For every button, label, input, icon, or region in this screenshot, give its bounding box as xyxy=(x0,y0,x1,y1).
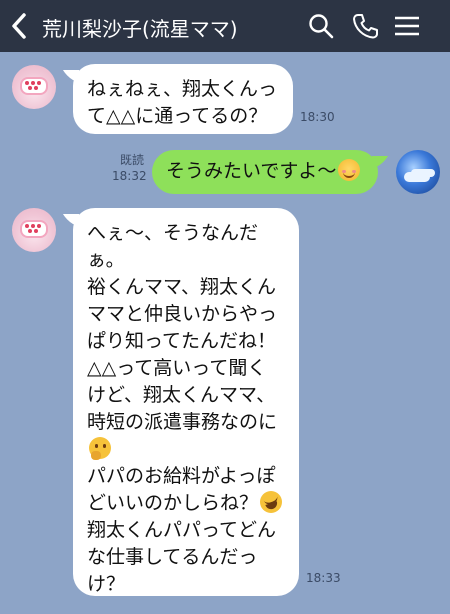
rolling-laughing-face-icon xyxy=(260,491,283,513)
message-text: どいいのかしらね？ xyxy=(87,492,259,514)
menu-icon[interactable] xyxy=(393,12,421,40)
message-line: どいいのかしらね？ xyxy=(87,490,285,517)
avatar[interactable] xyxy=(12,65,56,109)
message-time: 18:32 xyxy=(112,169,147,183)
avatar[interactable] xyxy=(396,150,440,194)
message-line: へぇ〜、そうなんだ xyxy=(87,222,259,244)
chat-header: 荒川梨沙子(流星ママ) xyxy=(0,0,450,52)
message-line xyxy=(87,436,285,463)
message-line: て△△に通ってるの？ xyxy=(87,105,268,127)
message-bubble[interactable]: ねぇねぇ、翔太くんっ て△△に通ってるの？ xyxy=(73,64,293,134)
message-line: な仕事してるんだっ xyxy=(87,546,258,568)
message-line: 時短の派遣事務なのに xyxy=(87,411,278,433)
read-receipt: 既読 xyxy=(119,153,144,167)
message-line: ねぇねぇ、翔太くんっ xyxy=(87,78,278,100)
search-icon[interactable] xyxy=(307,12,335,40)
avatar[interactable] xyxy=(12,208,56,252)
message-text: そうみたいですよ〜 xyxy=(166,160,337,182)
message-line: 翔太くんパパってどん xyxy=(87,519,277,541)
message-time: 18:30 xyxy=(300,110,335,124)
chevron-left-icon[interactable] xyxy=(6,10,34,42)
message-line: パパのお給料がよっぽ xyxy=(87,465,276,487)
message-line: △△って高いって聞く xyxy=(87,357,267,379)
message-line: ママと仲良いからやっ xyxy=(87,303,278,325)
message-line: ぱり知ってたんだね！ xyxy=(87,330,277,352)
message-time: 18:33 xyxy=(306,571,341,585)
message-line: け？ xyxy=(87,573,126,595)
message-bubble[interactable]: へぇ〜、そうなんだ ぁ。 裕くんママ、翔太くん ママと仲良いからやっ ぱり知って… xyxy=(73,208,299,596)
chat-title: 荒川梨沙子(流星ママ) xyxy=(42,17,238,41)
message-line: 裕くんママ、翔太くん xyxy=(87,276,277,298)
phone-icon[interactable] xyxy=(351,12,379,40)
message-line: ぁ。 xyxy=(87,249,125,271)
thinking-face-icon xyxy=(89,437,111,460)
message-bubble[interactable]: そうみたいですよ〜 xyxy=(152,150,378,194)
chat-area[interactable]: ねぇねぇ、翔太くんっ て△△に通ってるの？ 18:30 既読 18:32 そうみ… xyxy=(0,52,450,614)
message-line: けど、翔太くんママ、 xyxy=(87,384,276,406)
smiling-face-icon xyxy=(338,159,361,181)
